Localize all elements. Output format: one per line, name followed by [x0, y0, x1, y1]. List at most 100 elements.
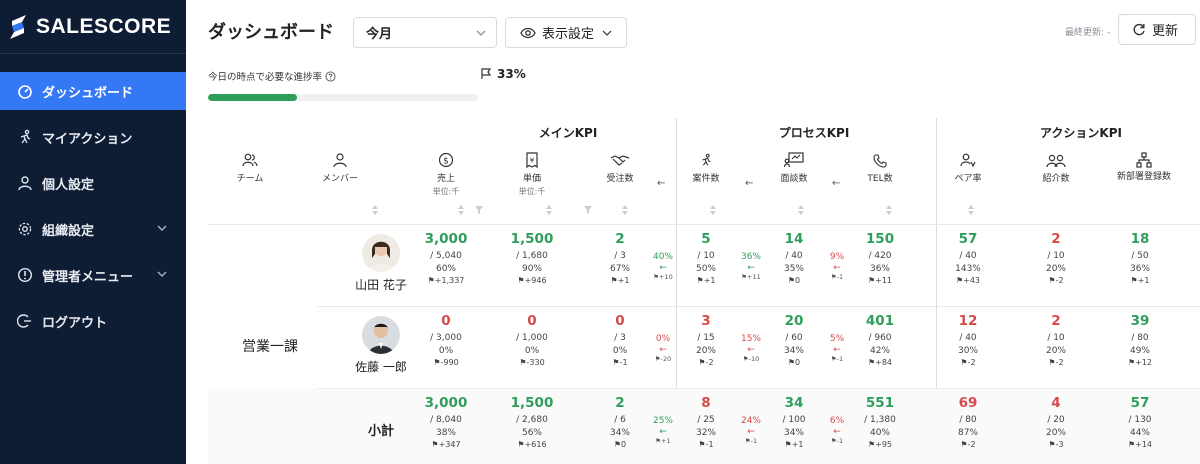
kpi-actual: 0 — [615, 313, 625, 329]
col-new-dept[interactable]: 新部署登録数 — [1104, 148, 1184, 185]
kpi-cell-referrals[interactable]: 2 / 10 20% ⚑-2 — [1016, 313, 1096, 367]
conversion-rate: 15% ← ⚑-10 — [738, 334, 764, 363]
kpi-cell-new-dept[interactable]: 18 / 50 36% ⚑+1 — [1100, 231, 1180, 285]
kpi-cell-pair[interactable]: 57 / 40 143% ⚑+43 — [928, 231, 1008, 285]
sort-icon[interactable] — [968, 205, 974, 215]
kpi-cell-meetings[interactable]: 20 / 60 34% ⚑0 — [754, 313, 834, 367]
kpi-target: / 3 — [614, 332, 626, 343]
group-action-kpi: アクションKPI — [1040, 126, 1122, 140]
sidebar-item-label: 組織設定 — [42, 223, 95, 239]
team-icon — [222, 148, 278, 168]
kpi-gap: ⚑+11 — [840, 276, 920, 285]
kpi-cell-tel[interactable]: 401 / 960 42% ⚑+84 — [840, 313, 920, 367]
kpi-cell-sales[interactable]: 0 / 3,000 0% ⚑-990 — [406, 313, 486, 367]
kpi-cell-new-dept[interactable]: 39 / 80 49% ⚑+12 — [1100, 313, 1180, 367]
kpi-gap-value: -330 — [526, 358, 545, 368]
kpi-cell-tel[interactable]: 150 / 420 36% ⚑+11 — [840, 231, 920, 285]
kpi-gap: ⚑-2 — [928, 358, 1008, 367]
conversion-rate-value: 36% — [740, 252, 761, 262]
col-member[interactable]: メンバー — [312, 148, 368, 184]
logo[interactable]: SALESCORE — [0, 0, 186, 54]
kpi-cell-deals[interactable]: 5 / 10 50% ⚑+1 — [666, 231, 746, 285]
chevron-down-icon — [157, 271, 167, 277]
kpi-cell-new-dept[interactable]: 57 / 130 44% ⚑+14 — [1100, 395, 1180, 449]
flag-icon: ⚑ — [784, 440, 792, 450]
logo-text: SALESCORE — [36, 14, 172, 38]
sort-icon[interactable] — [798, 205, 804, 215]
kpi-cell-meetings[interactable]: 14 / 40 35% ⚑0 — [754, 231, 834, 285]
page-title: ダッシュボード — [208, 22, 334, 43]
info-icon — [16, 266, 34, 284]
sidebar-item-my-action[interactable]: マイアクション — [0, 118, 186, 156]
flag-icon: ⚑ — [698, 358, 706, 368]
kpi-cell-referrals[interactable]: 4 / 20 20% ⚑-3 — [1016, 395, 1096, 449]
kpi-cell-meetings[interactable]: 34 / 100 34% ⚑+1 — [754, 395, 834, 450]
kpi-gap: ⚑+616 — [492, 440, 572, 449]
help-icon[interactable] — [325, 70, 336, 82]
kpi-gap-value: 0 — [621, 440, 627, 450]
kpi-cell-orders[interactable]: 2 / 6 34% ⚑0 — [580, 395, 660, 449]
flag-icon: ⚑ — [519, 358, 527, 368]
col-meetings[interactable]: 面談数 — [766, 148, 822, 184]
sidebar-item-dashboard[interactable]: ダッシュボード — [0, 72, 186, 110]
kpi-actual: 57 — [958, 231, 978, 247]
kpi-cell-unit-price[interactable]: 1,500 / 1,680 90% ⚑+946 — [492, 231, 572, 285]
kpi-cell-pair[interactable]: 69 / 80 87% ⚑-2 — [928, 395, 1008, 449]
sort-icon[interactable] — [458, 205, 464, 215]
kpi-cell-unit-price[interactable]: 0 / 1,000 0% ⚑-330 — [492, 313, 572, 368]
kpi-rate: 42% — [869, 345, 890, 356]
sort-icon[interactable] — [546, 205, 552, 215]
chevron-down-icon — [602, 30, 612, 36]
kpi-gap: ⚑-2 — [928, 440, 1008, 449]
svg-text:¥: ¥ — [530, 157, 535, 165]
col-deals[interactable]: 案件数 — [678, 148, 734, 184]
kpi-cell-deals[interactable]: 8 / 25 32% ⚑-1 — [666, 395, 746, 449]
display-settings-button[interactable]: 表示設定 — [505, 17, 627, 48]
kpi-cell-pair[interactable]: 12 / 40 30% ⚑-2 — [928, 313, 1008, 367]
kpi-actual: 14 — [784, 231, 804, 247]
period-select[interactable]: 今月 — [353, 17, 497, 48]
kpi-gap: ⚑0 — [580, 440, 660, 449]
team-name[interactable]: 営業一課 — [222, 336, 318, 356]
kpi-gap: ⚑+1 — [580, 276, 660, 285]
col-pair[interactable]: ペア率 — [940, 148, 996, 184]
sidebar-item-org-settings[interactable]: 組織設定 — [0, 210, 186, 248]
col-sales[interactable]: $ 売上 単位:千 — [418, 148, 474, 197]
handshake-icon — [592, 148, 648, 168]
conversion-gap: ⚑-1 — [824, 355, 850, 364]
filter-icon[interactable] — [475, 206, 483, 214]
kpi-cell-unit-price[interactable]: 1,500 / 2,680 56% ⚑+616 — [492, 395, 572, 449]
kpi-cell-tel[interactable]: 551 / 1,380 40% ⚑+95 — [840, 395, 920, 450]
col-team[interactable]: チーム — [222, 148, 278, 184]
conversion-rate-value: 24% — [740, 416, 761, 426]
col-orders[interactable]: 受注数 — [592, 148, 648, 184]
kpi-actual: 2 — [1051, 313, 1061, 329]
sidebar-item-admin-menu[interactable]: 管理者メニュー — [0, 256, 186, 294]
conversion-rate: 36% ← ⚑+11 — [738, 252, 764, 281]
kpi-cell-orders[interactable]: 2 / 3 67% ⚑+1 — [580, 231, 660, 285]
sort-icon[interactable] — [886, 205, 892, 215]
sidebar-item-logout[interactable]: ログアウト — [0, 302, 186, 340]
col-unit-price[interactable]: ¥ 単価 単位:千 — [504, 148, 560, 197]
col-tel[interactable]: TEL数 — [852, 148, 908, 184]
main-content: ダッシュボード 今月 表示設定 最終更新: - 更新 今日の時点で必要な進捗率 … — [186, 0, 1200, 464]
kpi-cell-referrals[interactable]: 2 / 10 20% ⚑-2 — [1016, 231, 1096, 285]
sidebar-item-personal-settings[interactable]: 個人設定 — [0, 164, 186, 202]
filter-icon[interactable] — [584, 206, 592, 214]
kpi-rate: 20% — [1045, 427, 1066, 438]
col-referrals[interactable]: 紹介数 — [1028, 148, 1084, 184]
kpi-cell-deals[interactable]: 3 / 15 20% ⚑-2 — [666, 313, 746, 368]
conversion-gap: ⚑+11 — [738, 273, 764, 282]
kpi-cell-sales[interactable]: 3,000 / 8,040 38% ⚑+347 — [406, 395, 486, 449]
kpi-gap-value: +95 — [875, 440, 893, 450]
kpi-gap: ⚑-990 — [406, 358, 486, 367]
sort-icon[interactable] — [622, 205, 628, 215]
dollar-icon: $ — [418, 148, 474, 168]
refresh-button[interactable]: 更新 — [1118, 14, 1196, 45]
sort-icon[interactable] — [710, 205, 716, 215]
sort-icon[interactable] — [372, 205, 378, 215]
kpi-cell-orders[interactable]: 0 / 3 0% ⚑-1 — [580, 313, 660, 367]
kpi-cell-sales[interactable]: 3,000/ 5,040 60% ⚑+1,337 — [406, 231, 486, 285]
kpi-target: / 80 — [959, 414, 977, 425]
kpi-rate: 30% — [957, 345, 978, 356]
